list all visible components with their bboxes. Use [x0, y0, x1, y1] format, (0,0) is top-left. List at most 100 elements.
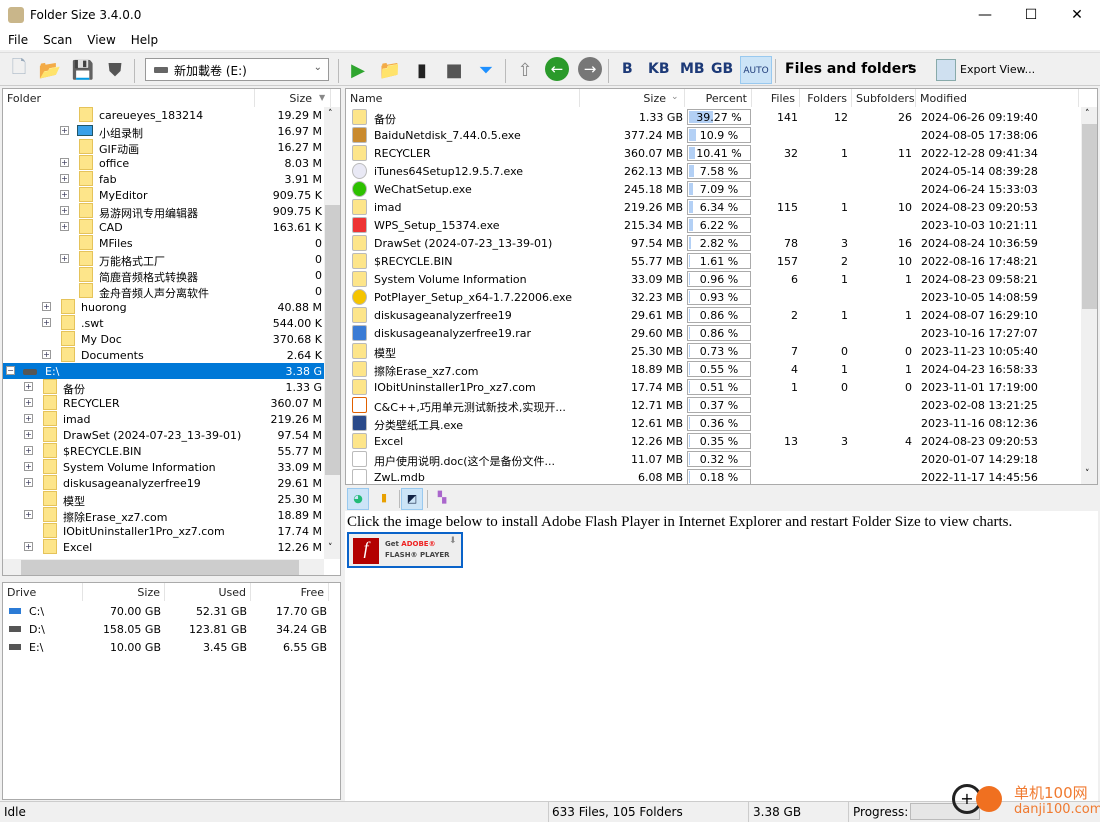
list-header-percent[interactable]: Percent — [685, 89, 752, 107]
tree-row[interactable]: MFiles 0 — [3, 235, 324, 251]
up-folder-icon[interactable]: ⇧ — [512, 57, 538, 83]
list-row[interactable]: $RECYCLE.BIN 55.77 MB 1.61 % 157 2 10 2022-08-… — [346, 252, 1081, 270]
list-header-folders[interactable]: Folders — [800, 89, 852, 107]
tree-row[interactable]: + huorong 40.88 M — [3, 299, 324, 315]
tree-hscroll-thumb[interactable] — [21, 560, 299, 575]
list-row[interactable]: diskusageanalyzerfree19 29.61 MB 0.86 % 2 1 1… — [346, 306, 1081, 324]
tree-row[interactable]: + RECYCLER 360.07 M — [3, 395, 324, 411]
list-row[interactable]: System Volume Information 33.09 MB 0.96 % 6… — [346, 270, 1081, 288]
tree-row[interactable]: + Documents 2.64 K — [3, 347, 324, 363]
expand-icon[interactable]: + — [24, 478, 33, 487]
expand-icon[interactable]: + — [24, 446, 33, 455]
drive-header-drive[interactable]: Drive — [3, 583, 83, 601]
expand-icon[interactable]: + — [60, 254, 69, 263]
maximize-button[interactable]: ☐ — [1008, 0, 1054, 30]
expand-icon[interactable]: + — [42, 350, 51, 359]
tree-row[interactable]: + diskusageanalyzerfree19 29.61 M — [3, 475, 324, 491]
expand-icon[interactable]: + — [42, 302, 51, 311]
tree-row[interactable]: + 擦除Erase_xz7.com 18.89 M — [3, 507, 324, 524]
chart-style-icon[interactable]: ◩ — [401, 488, 423, 510]
scroll-down-icon[interactable]: ˅ — [328, 543, 333, 553]
list-row[interactable]: ZwL.mdb 6.08 MB 0.18 % 2022-11-17 14:45:56 — [346, 468, 1081, 484]
expand-icon[interactable]: + — [60, 222, 69, 231]
tree-row[interactable]: + .swt 544.00 K — [3, 315, 324, 331]
tree-vertical-scrollbar[interactable]: ˄ ˅ — [324, 107, 340, 559]
open-folder-icon[interactable]: 📂 — [37, 57, 63, 83]
tree-row[interactable]: − E:\ 3.38 G — [3, 363, 324, 379]
drive-header-free[interactable]: Free — [251, 583, 329, 601]
expand-icon[interactable]: + — [60, 158, 69, 167]
menu-help[interactable]: Help — [123, 30, 165, 47]
tree-row[interactable]: + MyEditor 909.75 K — [3, 187, 324, 203]
tree-row[interactable]: + 小组录制 16.97 M — [3, 123, 324, 140]
tree-row[interactable]: + System Volume Information 33.09 M — [3, 459, 324, 475]
list-vertical-scrollbar[interactable]: ˄ ˅ — [1081, 107, 1097, 484]
unit-auto-button[interactable]: AUTO — [740, 56, 772, 84]
list-row[interactable]: 模型 25.30 MB 0.73 % 7 0 0 2023-11-23 10:05:40 — [346, 342, 1081, 360]
expand-icon[interactable]: + — [60, 190, 69, 199]
list-row[interactable]: 用户使用说明.doc(这个是备份文件... 11.07 MB 0.32 % 2020-… — [346, 450, 1081, 468]
pie-chart-icon[interactable]: ◕ — [347, 488, 369, 510]
tree-row[interactable]: careueyes_183214 19.29 M — [3, 107, 324, 123]
new-icon[interactable]: 🗋 — [6, 57, 32, 83]
list-row[interactable]: 擦除Erase_xz7.com 18.89 MB 0.55 % 4 1 1 2024-04-… — [346, 360, 1081, 378]
list-header-files[interactable]: Files — [752, 89, 800, 107]
list-row[interactable]: IObitUninstaller1Pro_xz7.com 17.74 MB 0.51… — [346, 378, 1081, 396]
collapse-icon[interactable]: − — [6, 366, 15, 375]
list-header-name[interactable]: Name — [346, 89, 580, 107]
view-mode-caret-icon[interactable]: ▾ — [908, 62, 913, 72]
tree-row[interactable]: 金舟音频人声分离软件 0 — [3, 283, 324, 300]
save-icon[interactable]: 💾 — [70, 57, 96, 83]
tree-row[interactable]: + CAD 163.61 K — [3, 219, 324, 235]
tree-row[interactable]: + 万能格式工厂 0 — [3, 251, 324, 268]
scroll-up-icon[interactable]: ˄ — [328, 109, 333, 119]
drive-row[interactable]: E:\ 10.00 GB 3.45 GB 6.55 GB — [3, 639, 333, 655]
list-row[interactable]: RECYCLER 360.07 MB 10.41 % 32 1 11 2022-12-28 … — [346, 144, 1081, 162]
list-header-modified[interactable]: Modified — [916, 89, 1079, 107]
minimize-button[interactable]: — — [962, 0, 1008, 30]
back-icon[interactable]: ← — [545, 57, 569, 81]
drive-header-used[interactable]: Used — [165, 583, 251, 601]
forward-icon[interactable]: → — [578, 57, 602, 81]
unit-kb-button[interactable]: KB — [648, 61, 670, 77]
tree-row[interactable]: + Excel 12.26 M — [3, 539, 324, 555]
drive-row[interactable]: C:\ 70.00 GB 52.31 GB 17.70 GB — [3, 603, 333, 619]
menu-file[interactable]: File — [0, 30, 35, 47]
list-row[interactable]: imad 219.26 MB 6.34 % 115 1 10 2024-08-23 09:2… — [346, 198, 1081, 216]
list-row[interactable]: diskusageanalyzerfree19.rar 29.60 MB 0.86 … — [346, 324, 1081, 342]
tree-row[interactable]: 模型 25.30 M — [3, 491, 324, 508]
list-row[interactable]: PotPlayer_Setup_x64-1.7.22006.exe 32.23 M… — [346, 288, 1081, 306]
drive-header-size[interactable]: Size — [83, 583, 165, 601]
unit-mb-button[interactable]: MB — [680, 61, 705, 77]
expand-icon[interactable]: + — [60, 126, 69, 135]
drive-row[interactable]: D:\ 158.05 GB 123.81 GB 34.24 GB — [3, 621, 333, 637]
tree-row[interactable]: + office 8.03 M — [3, 155, 324, 171]
list-row[interactable]: WeChatSetup.exe 245.18 MB 7.09 % 2024-06-24… — [346, 180, 1081, 198]
list-row[interactable]: 分类壁纸工具.exe 12.61 MB 0.36 % 2023-11-16 08:12… — [346, 414, 1081, 432]
scroll-up-icon[interactable]: ˄ — [1085, 109, 1090, 119]
tree-header-folder[interactable]: Folder — [3, 89, 255, 107]
list-row[interactable]: C&C++,巧用单元测试新技术,实现开... 12.71 MB 0.37 % 2023… — [346, 396, 1081, 414]
drive-select[interactable]: 新加載卷 (E:) ⌄ — [145, 58, 329, 81]
tree-scroll-thumb[interactable] — [325, 205, 340, 475]
tree-row[interactable]: 简鹿音频格式转换器 0 — [3, 267, 324, 284]
close-button[interactable]: ✕ — [1054, 0, 1100, 30]
expand-icon[interactable]: + — [60, 174, 69, 183]
expand-icon[interactable]: + — [24, 542, 33, 551]
expand-icon[interactable]: + — [24, 414, 33, 423]
list-header-size[interactable]: Size — [580, 89, 685, 107]
tree-row[interactable]: + 易游网讯专用编辑器 909.75 K — [3, 203, 324, 220]
list-row[interactable]: Excel 12.26 MB 0.35 % 13 3 4 2024-08-23 09:20:… — [346, 432, 1081, 450]
tree-row[interactable]: + DrawSet (2024-07-23_13-39-01) 97.54 M — [3, 427, 324, 443]
list-row[interactable]: iTunes64Setup12.9.5.7.exe 262.13 MB 7.58 %… — [346, 162, 1081, 180]
tree-row[interactable]: + 备份 1.33 G — [3, 379, 324, 396]
expand-icon[interactable]: + — [24, 398, 33, 407]
list-row[interactable]: 备份 1.33 GB 39.27 % 141 12 26 2024-06-26 09:19:… — [346, 108, 1081, 126]
expand-icon[interactable]: + — [24, 382, 33, 391]
expand-icon[interactable]: + — [24, 430, 33, 439]
save-chart-icon[interactable]: ▚ — [431, 488, 453, 510]
stop-icon[interactable]: ■ — [441, 57, 467, 83]
scan-computer-icon[interactable]: ▮ — [409, 57, 435, 83]
tree-row[interactable]: + $RECYCLE.BIN 55.77 M — [3, 443, 324, 459]
view-mode-dropdown[interactable]: Files and folders — [785, 61, 916, 77]
